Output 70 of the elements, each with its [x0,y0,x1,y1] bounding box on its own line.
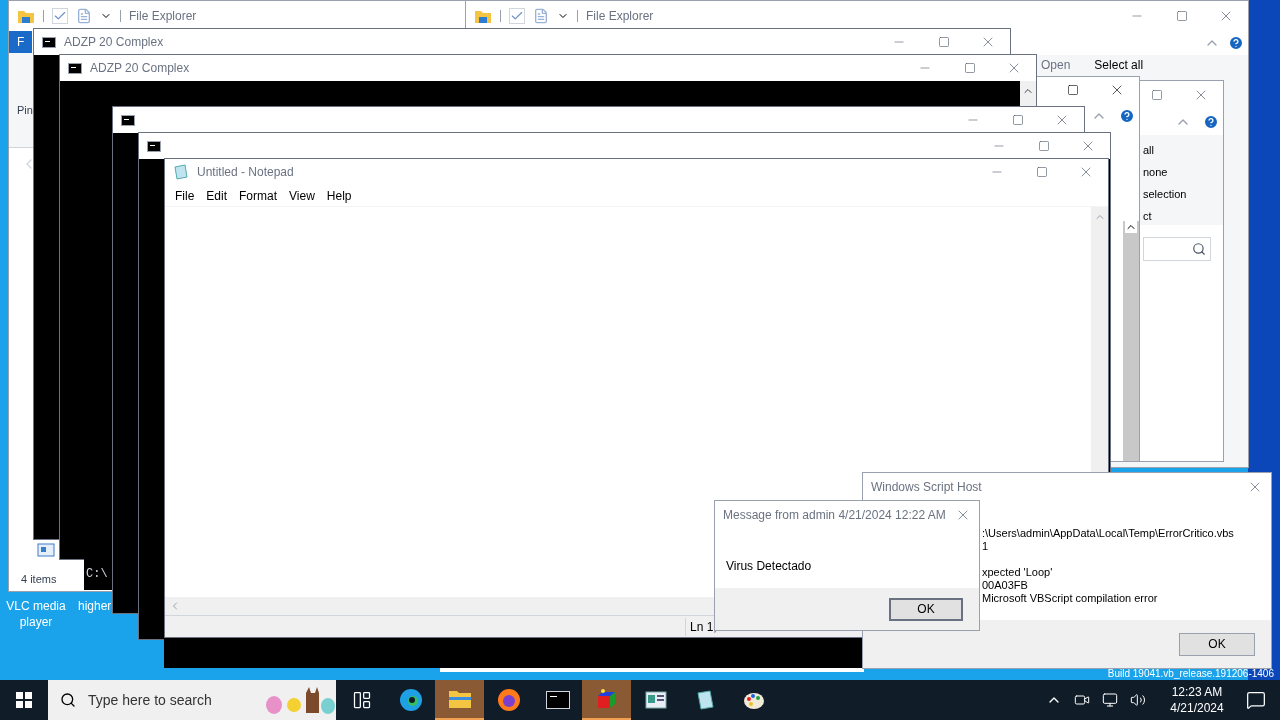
properties-icon[interactable] [509,8,525,24]
status-text: 4 items [21,571,57,587]
clock[interactable]: 12:23 AM 4/21/2024 [1162,684,1232,716]
ribbon-item[interactable]: selection [1143,183,1187,205]
firefox-icon[interactable] [496,688,521,712]
dialog-text: :\Users\admin\AppData\Local\Temp\ErrorCritico.vbs [982,527,1234,540]
console-icon[interactable] [545,691,570,709]
window-title: ADZP 20 Complex [64,34,164,51]
maximize-icon[interactable] [1012,114,1024,126]
browser-icon[interactable] [398,688,423,712]
dialog-text: 00A03FB [982,579,1028,592]
maximize-icon[interactable] [938,36,950,48]
properties-icon[interactable] [52,8,68,24]
window-title: ADZP 20 Complex [90,60,190,77]
maximize-icon[interactable] [1036,166,1048,178]
dialog-title: Message from admin 4/21/2024 12:22 AM [723,507,946,524]
dialog-text: Microsoft VBScript compilation error [982,592,1158,605]
console-text: C:\ [86,567,108,581]
ok-button[interactable]: OK [1179,632,1255,656]
file-tab[interactable]: F [9,31,33,53]
ok-button[interactable]: OK [889,597,963,621]
camera-icon[interactable] [1074,692,1090,708]
ribbon-item[interactable]: none [1143,161,1168,183]
maximize-icon[interactable] [1151,89,1163,101]
dialog-text: xpected 'Loop' [982,566,1053,579]
easter-decoration-drawing [264,685,336,715]
open-button[interactable]: Open [1041,58,1071,72]
menu-item[interactable]: File [169,186,201,205]
notepad-icon [173,164,189,180]
search-field[interactable]: Type here to search [48,680,336,720]
menu-item[interactable]: View [283,186,321,205]
folder-icon [474,8,492,24]
window-title: Untitled - Notepad [197,164,294,181]
ribbon-label[interactable]: Pin [17,104,33,116]
volume-icon[interactable] [1130,692,1146,708]
menu-item[interactable]: Help [320,186,358,205]
start-icon[interactable] [16,692,32,708]
console-icon [42,36,56,48]
window-icon[interactable] [644,691,667,709]
build-text: Build 19041.vb_release.191206-1406 [1107,668,1274,680]
message-text: Virus Detectado [726,559,812,573]
console-icon [68,62,82,74]
search-icon [60,692,76,708]
notification-icon[interactable] [1246,690,1266,710]
maximize-icon[interactable] [1176,10,1188,22]
console-icon [147,140,161,152]
dialog-text: 1 [982,540,989,553]
window-title: File Explorer [586,8,654,25]
help-icon[interactable] [1228,35,1244,51]
folder-icon[interactable] [447,689,472,709]
search-field[interactable] [1143,237,1211,261]
maximize-icon[interactable] [964,62,976,74]
help-icon[interactable] [1119,108,1135,124]
menu-item[interactable]: Edit [200,186,234,205]
console-icon [121,114,135,126]
ribbon-item[interactable]: ct [1143,205,1152,227]
window-title: File Explorer [129,8,197,25]
help-icon[interactable] [1203,114,1219,130]
dialog-title: Windows Script Host [871,479,982,496]
folder-icon [17,8,35,24]
search-icon [1192,242,1206,256]
menu-item[interactable]: Format [233,186,284,205]
select-all-button[interactable]: Select all [1094,58,1144,72]
maximize-icon[interactable] [1067,84,1079,96]
image-file-icon [37,542,55,557]
ribbon-item[interactable]: all [1143,139,1154,161]
scroll-up-icon[interactable] [1125,221,1137,233]
maximize-icon[interactable] [1038,140,1050,152]
network-icon[interactable] [1102,692,1118,708]
task-view-icon[interactable] [351,690,372,710]
